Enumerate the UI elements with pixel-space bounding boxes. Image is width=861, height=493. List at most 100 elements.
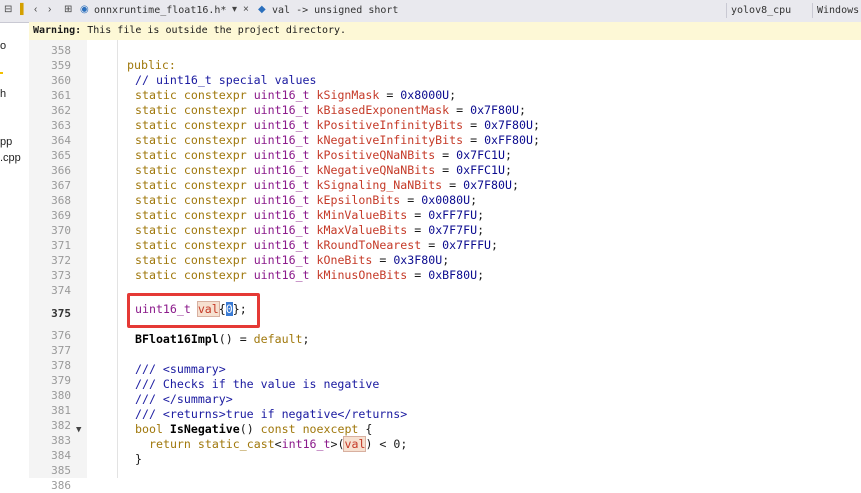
isnegative-name: IsNegative <box>169 422 240 436</box>
code-line-383: bool IsNegative() const noexcept { <box>135 422 373 436</box>
static-keyword: static <box>135 178 177 192</box>
fold-column <box>87 40 117 478</box>
line-number: 361 <box>51 89 71 102</box>
constant-line: static constexpr uint16_t kNegativeInfin… <box>135 133 540 147</box>
explorer-tick <box>0 72 3 74</box>
constant-name: kNegativeInfinityBits <box>316 133 464 147</box>
constexpr-keyword: constexpr <box>183 208 247 222</box>
bookmark-icon[interactable]: ▌ <box>20 4 27 15</box>
static-keyword: static <box>135 208 177 222</box>
constant-line: static constexpr uint16_t kRoundToNeares… <box>135 238 499 252</box>
constant-line: static constexpr uint16_t kPositiveQNaNB… <box>135 148 512 162</box>
pin-icon[interactable]: ⊟ <box>4 4 12 15</box>
constant-name: kRoundToNearest <box>316 238 422 252</box>
line-number: 377 <box>51 344 71 357</box>
constant-name: kEpsilonBits <box>316 193 401 207</box>
line-number: 381 <box>51 404 71 417</box>
static-keyword: static <box>135 223 177 237</box>
close-icon[interactable]: × <box>243 4 249 15</box>
explorer-item[interactable]: h <box>0 88 6 100</box>
line-number: 386 <box>51 479 71 492</box>
constant-line: static constexpr uint16_t kSignMask = 0x… <box>135 88 457 102</box>
constexpr-keyword: constexpr <box>183 163 247 177</box>
line-number: 364 <box>51 134 71 147</box>
constant-value: 0xFF7FU <box>428 208 478 222</box>
warning-label: Warning: <box>33 25 82 36</box>
constant-value: 0x8000U <box>400 88 450 102</box>
editor-topbar: ⊟ ▌ ‹ › ⊞ ◉ onnxruntime_float16.h* ▾ × ◆… <box>0 0 861 23</box>
constexpr-keyword: constexpr <box>183 148 247 162</box>
line-number: 358 <box>51 44 71 57</box>
line-number: 368 <box>51 194 71 207</box>
gutter-separator <box>117 40 118 478</box>
line-number: 378 <box>51 359 71 372</box>
type-uint16: uint16_t <box>253 118 310 132</box>
platform-dropdown[interactable]: Windows <box>812 3 859 18</box>
constant-value: 0x7F80U <box>484 118 533 132</box>
code-line-380: /// Checks if the value is negative <box>135 377 380 391</box>
static-keyword: static <box>135 118 177 132</box>
ctor-name: BFloat16Impl <box>135 332 219 346</box>
highlight-box <box>127 293 260 328</box>
file-icon: ◉ <box>80 4 89 15</box>
type-uint16: uint16_t <box>253 88 310 102</box>
constant-name: kNegativeQNaNBits <box>316 163 436 177</box>
constant-name: kPositiveQNaNBits <box>316 148 436 162</box>
constant-line: static constexpr uint16_t kPositiveInfin… <box>135 118 540 132</box>
line-number: 370 <box>51 224 71 237</box>
constant-line: static constexpr uint16_t kMaxValueBits … <box>135 223 485 237</box>
static-keyword: static <box>135 133 177 147</box>
warning-bar: Warning: This file is outside the projec… <box>29 22 861 41</box>
config-dropdown[interactable]: yolov8_cpu <box>726 3 791 18</box>
static-keyword: static <box>135 238 177 252</box>
constexpr-keyword: constexpr <box>183 268 247 282</box>
constant-value: 0x0080U <box>421 193 471 207</box>
constant-name: kMinValueBits <box>316 208 408 222</box>
constexpr-keyword: constexpr <box>183 178 247 192</box>
back-arrow-icon[interactable]: ‹ <box>34 4 37 15</box>
constexpr-keyword: constexpr <box>183 103 247 117</box>
constant-value: 0x3F80U <box>393 253 443 267</box>
chevron-down-icon[interactable]: ▾ <box>232 4 237 15</box>
code-line-384: return static_cast<int16_t>(val) < 0; <box>149 436 408 452</box>
type-uint16: uint16_t <box>253 268 310 282</box>
constant-line: static constexpr uint16_t kOneBits = 0x3… <box>135 253 450 267</box>
line-number: 359 <box>51 59 71 72</box>
constexpr-keyword: constexpr <box>183 118 247 132</box>
grid-icon[interactable]: ⊞ <box>64 4 72 15</box>
explorer-item[interactable]: o <box>0 40 6 52</box>
constant-line: static constexpr uint16_t kMinusOneBits … <box>135 268 485 282</box>
type-uint16: uint16_t <box>253 253 310 267</box>
line-number: 369 <box>51 209 71 222</box>
line-number: 382 <box>51 419 71 432</box>
constant-value: 0x7FFFU <box>442 238 492 252</box>
line-number: 379 <box>51 374 71 387</box>
constant-line: static constexpr uint16_t kSignaling_NaN… <box>135 178 519 192</box>
constexpr-keyword: constexpr <box>183 223 247 237</box>
constant-line: static constexpr uint16_t kBiasedExponen… <box>135 103 526 117</box>
line-number: 360 <box>51 74 71 87</box>
line-number: 380 <box>51 389 71 402</box>
explorer-item[interactable]: .cpp <box>0 152 21 164</box>
code-line-359: public: <box>127 58 176 73</box>
static-keyword: static <box>135 103 177 117</box>
constant-name: kOneBits <box>316 253 373 267</box>
constexpr-keyword: constexpr <box>183 88 247 102</box>
collapse-arrow-icon[interactable]: ▼ <box>76 425 81 435</box>
breadcrumb[interactable]: val -> unsigned short <box>272 5 398 16</box>
warning-text: This file is outside the project directo… <box>81 25 347 36</box>
code-line-382: /// <returns>true if negative</returns> <box>135 407 408 421</box>
forward-arrow-icon[interactable]: › <box>48 4 51 15</box>
type-uint16: uint16_t <box>253 133 310 147</box>
constant-value: 0xFFC1U <box>456 163 506 177</box>
constexpr-keyword: constexpr <box>183 133 247 147</box>
constant-name: kMaxValueBits <box>316 223 408 237</box>
constant-name: kSignaling_NaNBits <box>316 178 443 192</box>
code-line-385: } <box>135 452 142 466</box>
code-editor[interactable]: 358 359 360 361 362 363 364 365 366 367 368 369 370 3… <box>29 40 861 492</box>
tab-onnxruntime-float16[interactable]: onnxruntime_float16.h* <box>94 5 226 16</box>
constant-name: kPositiveInfinityBits <box>316 118 464 132</box>
explorer-item[interactable]: pp <box>0 136 12 148</box>
static-keyword: static <box>135 163 177 177</box>
code-line-360: // uint16_t special values <box>135 73 316 88</box>
